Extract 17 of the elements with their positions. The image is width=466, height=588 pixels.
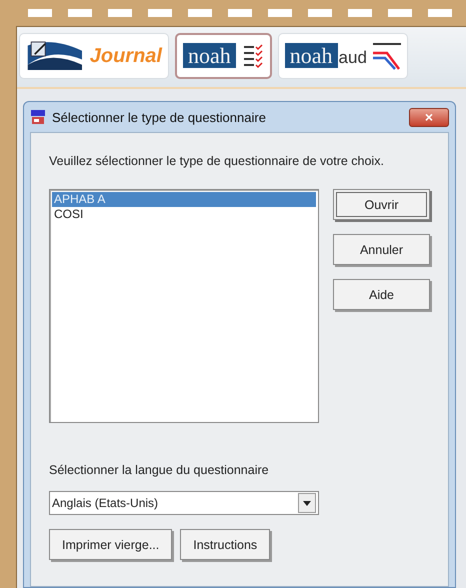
dialog-button[interactable]: Aide xyxy=(333,279,430,310)
dialog-button[interactable]: Imprimer vierge... xyxy=(49,529,172,560)
list-item[interactable]: COSI xyxy=(52,207,316,222)
language-dropdown[interactable]: Anglais (Etats-Unis) xyxy=(49,491,319,515)
dialog-button[interactable]: Ouvrir xyxy=(333,189,430,220)
questionnaire-list[interactable]: APHAB A COSI xyxy=(49,189,319,423)
dialog-button[interactable]: Annuler xyxy=(333,234,430,265)
module-button[interactable]: noah xyxy=(175,33,272,79)
checklist-icon xyxy=(242,42,264,70)
dialog-button[interactable]: Instructions xyxy=(180,529,270,560)
language-label: Sélectionner la langue du questionnaire xyxy=(49,463,270,477)
instruction-text: Veuillez sélectionner le type de questionnaire de votre choix. xyxy=(49,153,385,169)
caret-icon xyxy=(298,493,316,513)
audiogram-icon xyxy=(372,41,401,71)
form-icon xyxy=(30,109,46,125)
module-button[interactable]: noah aud xyxy=(278,33,408,79)
dialog-title: Sélectionner le type de questionnaire xyxy=(52,110,267,124)
